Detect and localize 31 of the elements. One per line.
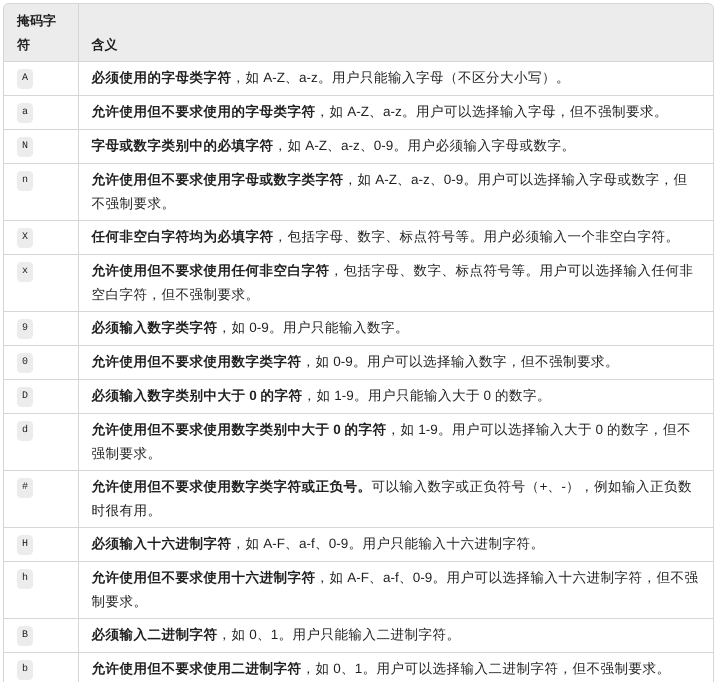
table-cell-text: 字母或数字类别中的必填字符，如 A-Z、a-z、0-9。用户必须输入字母或数字。 (92, 137, 576, 155)
table-cell-text: 允许使用但不要求使用数字类字符或正负号。可以输入数字或正负符号（+、-），例如输入正负数时很有用。 (92, 478, 693, 520)
table-cell-text: 允许使用但不要求使用字母或数字类字符，如 A-Z、a-z、0-9。用户可以选择输入字母或数字，但不强制要求。 (92, 171, 688, 213)
code-chip: a (17, 103, 34, 123)
code-chip: H (17, 535, 34, 555)
table-cell-text: 必须输入数字类字符，如 0-9。用户只能输入数字。 (92, 319, 410, 337)
table-cell-text: 允许使用但不要求使用十六进制字符，如 A-F、a-f、0-9。用户可以选择输入十六进制字符，但不强制要求。 (92, 569, 700, 611)
code-chip: N (17, 137, 34, 157)
code-chip: X (17, 228, 34, 248)
table-cell-text: 允许使用但不要求使用数字类字符，如 0-9。用户可以选择输入数字，但不强制要求。 (92, 353, 620, 371)
code-chip: h (17, 569, 34, 589)
code-chip: n (17, 171, 34, 191)
column-header: 掩码字符 (4, 4, 78, 62)
table-cell-text: 允许使用但不要求使用的字母类字符，如 A-Z、a-z。用户可以选择输入字母，但不强制要求。 (92, 103, 669, 121)
code-chip: b (17, 660, 34, 680)
code-chip: 0 (17, 353, 34, 373)
table-cell-text: 允许使用但不要求使用二进制字符，如 0、1。用户可以选择输入二进制字符，但不强制要求。 (92, 660, 672, 678)
code-chip: # (17, 478, 34, 498)
table-cell-text: 必须使用的字母类字符，如 A-Z、a-z。用户只能输入字母（不区分大小写）。 (92, 69, 571, 87)
code-chip: A (17, 69, 34, 89)
code-chip: x (17, 262, 34, 282)
table-cell-text: 必须输入数字类别中大于 0 的字符，如 1-9。用户只能输入大于 0 的数字。 (92, 387, 552, 405)
table-cell-text: 任何非空白字符均为必填字符，包括字母、数字、标点符号等。用户必须输入一个非空白字符。 (92, 228, 680, 246)
code-chip: d (17, 421, 34, 441)
table-cell-text: 允许使用但不要求使用任何非空白字符，包括字母、数字、标点符号等。用户可以选择输入任何非空白字符，但不强制要求。 (92, 262, 694, 304)
code-chip: B (17, 626, 34, 646)
table-cell-text: 必须输入二进制字符，如 0、1。用户只能输入二进制字符。 (92, 626, 462, 644)
code-chip: D (17, 387, 34, 407)
table-cell-text: 必须输入十六进制字符，如 A-F、a-f、0-9。用户只能输入十六进制字符。 (92, 535, 546, 553)
code-chip: 9 (17, 319, 34, 339)
table-cell-text: 允许使用但不要求使用数字类别中大于 0 的字符，如 1-9。用户可以选择输入大于 0 的数字，但不强制要求。 (92, 421, 692, 463)
